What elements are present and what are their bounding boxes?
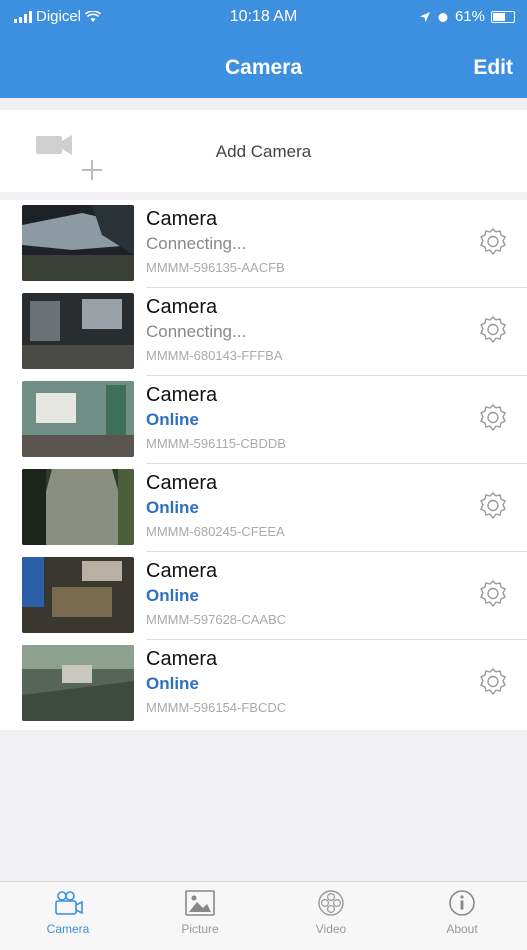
camera-row[interactable]: Camera Connecting... MMMM-596135-AACFB (0, 200, 527, 288)
camera-thumbnail (22, 469, 134, 545)
camera-status: Connecting... (146, 234, 247, 253)
camera-row[interactable]: Camera Online MMMM-596154-FBCDC (0, 640, 527, 728)
settings-gear-icon[interactable] (477, 578, 509, 610)
camera-thumbnail (22, 293, 134, 369)
camera-name: Camera (146, 648, 218, 670)
tab-label: Picture (181, 922, 219, 936)
camera-id: MMMM-596154-FBCDC (146, 700, 287, 715)
camera-id: MMMM-597628-CAABC (146, 612, 287, 627)
settings-gear-icon[interactable] (477, 226, 509, 258)
tab-label: Video (315, 922, 347, 936)
add-camera-label: Add Camera (215, 142, 312, 161)
camera-id: MMMM-596115-CBDDB (146, 436, 286, 451)
camera-thumbnail (22, 557, 134, 633)
camera-row[interactable]: Camera Online MMMM-680245-CFEEA (0, 464, 527, 552)
camera-status: Online (146, 674, 199, 693)
tab-about[interactable]: About (412, 888, 512, 936)
camera-name: Camera (146, 472, 218, 494)
tab-label: About (446, 922, 478, 936)
camera-thumbnail (22, 381, 134, 457)
camera-id: MMMM-596135-AACFB (146, 260, 285, 275)
tab-label: Camera (46, 922, 90, 936)
camera-row[interactable]: Camera Connecting... MMMM-680143-FFFBA (0, 288, 527, 376)
tab-bar: Camera Picture Video About (0, 881, 527, 950)
camera-thumbnail (22, 205, 134, 281)
camera-name: Camera (146, 208, 218, 230)
battery-percent: 61% (454, 8, 485, 25)
status-bar: Digicel 10:18 AM 61% (0, 0, 527, 34)
camera-id: MMMM-680143-FFFBA (146, 348, 283, 363)
camera-status: Online (146, 410, 199, 429)
camera-name: Camera (146, 560, 218, 582)
camera-status: Online (146, 586, 199, 605)
camera-list: Camera Connecting... MMMM-596135-AACFB C… (0, 200, 527, 730)
camera-status: Online (146, 498, 199, 517)
tab-picture[interactable]: Picture (150, 888, 250, 936)
alarm-icon (438, 12, 448, 22)
camera-name: Camera (146, 384, 218, 406)
about-tab-icon (449, 890, 475, 916)
add-camera-row[interactable]: Add Camera (0, 110, 527, 192)
camera-tab-icon (55, 891, 83, 915)
camera-id: MMMM-680245-CFEEA (146, 524, 285, 539)
camera-row[interactable]: Camera Online MMMM-597628-CAABC (0, 552, 527, 640)
status-right: 61% (419, 8, 515, 25)
page-title: Camera (224, 56, 303, 79)
top-bar: Digicel 10:18 AM 61% Camera Edit (0, 0, 527, 98)
settings-gear-icon[interactable] (477, 666, 509, 698)
battery-icon (491, 10, 515, 23)
video-tab-icon (318, 890, 344, 916)
picture-tab-icon (185, 890, 215, 916)
settings-gear-icon[interactable] (477, 402, 509, 434)
settings-gear-icon[interactable] (477, 490, 509, 522)
location-icon (419, 11, 430, 22)
tab-video[interactable]: Video (281, 888, 381, 936)
camera-row[interactable]: Camera Online MMMM-596115-CBDDB (0, 376, 527, 464)
camera-thumbnail (22, 645, 134, 721)
camera-name: Camera (146, 296, 218, 318)
settings-gear-icon[interactable] (477, 314, 509, 346)
edit-button[interactable]: Edit (473, 56, 513, 80)
tab-camera[interactable]: Camera (18, 888, 118, 936)
camera-status: Connecting... (146, 322, 247, 341)
